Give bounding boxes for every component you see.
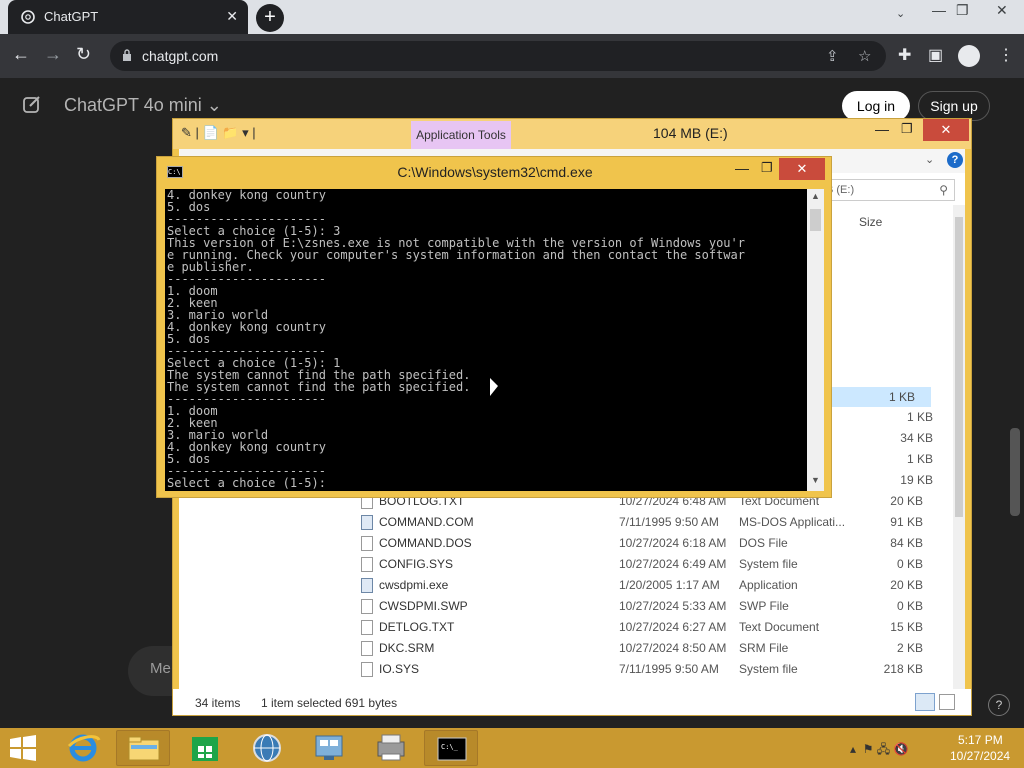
application-tools-tab[interactable]: Application Tools <box>411 121 511 149</box>
column-header-size[interactable]: Size <box>859 215 882 229</box>
tab-chatgpt[interactable]: ChatGPT ✕ <box>8 0 248 34</box>
scrollbar-thumb[interactable] <box>955 217 963 517</box>
table-row[interactable]: COMMAND.DOS 10/27/2024 6:18 AM DOS File 84 … <box>179 533 939 554</box>
tab-search-icon[interactable]: ⌄ <box>896 7 905 20</box>
profile-avatar-icon[interactable] <box>958 45 980 67</box>
chrome-menu-icon[interactable]: ⋮ <box>998 45 1014 65</box>
model-label: ChatGPT 4o mini <box>64 95 202 115</box>
application-icon <box>361 578 373 593</box>
status-item-count: 34 items <box>195 696 241 710</box>
openai-icon <box>21 10 35 24</box>
explorer-titlebar[interactable]: ✎ | 📄 📁 ▾ | Application Tools 104 MB (E:… <box>173 119 971 149</box>
start-windows-icon[interactable] <box>8 734 38 762</box>
signup-button[interactable]: Sign up <box>918 91 990 121</box>
help-icon[interactable]: ? <box>947 152 963 168</box>
chrome-toolbar: ← → ↻ chatgpt.com ⇪ ☆ ✚ ▣ ⋮ <box>0 34 1024 78</box>
application-icon <box>361 515 373 530</box>
command-prompt-icon[interactable]: C:\_ <box>424 730 478 766</box>
cmd-minimize-button[interactable]: — <box>735 160 749 176</box>
search-icon[interactable]: ⚲ <box>939 183 948 197</box>
explorer-minimize-button[interactable]: — <box>875 121 889 137</box>
new-tab-button[interactable]: + <box>256 4 284 32</box>
cmd-title: C:\Windows\system32\cmd.exe <box>397 164 593 180</box>
window-maximize-button[interactable]: ❐ <box>956 2 969 19</box>
printer-app-icon[interactable] <box>364 730 418 766</box>
file-explorer-icon[interactable] <box>116 730 170 766</box>
console-scrollbar[interactable]: ▲ ▼ <box>807 189 824 491</box>
explorer-status-bar: 34 items 1 item selected 691 bytes <box>173 689 971 715</box>
reload-icon[interactable]: ↻ <box>76 44 91 65</box>
file-list-scrollbar[interactable] <box>953 205 965 689</box>
cmd-window: C:\ C:\Windows\system32\cmd.exe — ❐ ✕ 4.… <box>156 156 832 498</box>
mouse-pointer-icon <box>490 378 498 396</box>
table-row[interactable]: IO.SYS 7/11/1995 9:50 AM System file 218 KB <box>179 659 939 680</box>
share-icon[interactable]: ⇪ <box>826 47 839 65</box>
console-output[interactable]: 4. donkey kong country 5. dos ----------… <box>165 189 807 491</box>
large-icons-view-icon[interactable] <box>939 694 955 710</box>
globe-app-icon[interactable] <box>240 730 294 766</box>
table-row[interactable]: DKC.SRM 10/27/2024 8:50 AM SRM File 2 KB <box>179 638 939 659</box>
explorer-caption: 104 MB (E:) <box>653 125 728 141</box>
network-app-icon[interactable] <box>302 730 356 766</box>
details-view-icon[interactable] <box>915 693 935 711</box>
url-text[interactable]: chatgpt.com <box>142 48 218 64</box>
store-icon[interactable] <box>178 730 232 766</box>
window-close-button[interactable]: ✕ <box>996 2 1008 19</box>
tab-close-icon[interactable]: ✕ <box>226 8 238 25</box>
file-icon <box>361 620 373 635</box>
table-row[interactable]: CWSDPMI.SWP 10/27/2024 5:33 AM SWP File 0 K… <box>179 596 939 617</box>
file-icon <box>361 557 373 572</box>
status-selection: 1 item selected 691 bytes <box>261 696 398 710</box>
table-row[interactable]: COMMAND.COM 7/11/1995 9:50 AM MS-DOS Appli… <box>179 512 939 533</box>
cmd-maximize-button[interactable]: ❐ <box>761 160 773 176</box>
file-icon <box>361 662 373 677</box>
quick-access-toolbar[interactable]: ✎ | 📄 📁 ▾ | <box>181 125 256 141</box>
search-input[interactable]: B (E:) ⚲ <box>819 179 955 201</box>
login-button[interactable]: Log in <box>842 91 910 121</box>
clock-date[interactable]: 10/27/2024 <box>950 749 1010 763</box>
model-selector[interactable]: ChatGPT 4o mini ⌄ <box>64 95 222 116</box>
taskbar: C:\_ ▴ ⚑ 🖧 🔇 5:17 PM 10/27/2024 <box>0 728 1024 768</box>
file-icon <box>361 599 373 614</box>
forward-arrow-icon[interactable]: → <box>44 44 62 65</box>
selected-row-size: 1 KB <box>888 390 915 404</box>
scroll-down-icon[interactable]: ▼ <box>811 475 820 485</box>
file-icon <box>361 536 373 551</box>
cmd-close-button[interactable]: ✕ <box>779 158 825 180</box>
explorer-maximize-button[interactable]: ❐ <box>901 121 913 137</box>
help-button[interactable]: ? <box>988 694 1010 716</box>
window-minimize-button[interactable]: — <box>932 2 946 18</box>
file-icon <box>361 641 373 656</box>
tab-title: ChatGPT <box>44 9 99 24</box>
table-row[interactable]: CONFIG.SYS 10/27/2024 6:49 AM System file 0… <box>179 554 939 575</box>
internet-explorer-icon[interactable] <box>56 730 110 766</box>
row-size: 19 KB <box>900 473 933 487</box>
back-arrow-icon[interactable]: ← <box>12 44 30 65</box>
extensions-icon[interactable]: ✚ <box>898 45 911 65</box>
row-size: 1 KB <box>906 410 933 424</box>
clock-time[interactable]: 5:17 PM <box>958 733 1003 747</box>
row-size: 34 KB <box>900 431 933 445</box>
chrome-tab-bar: ChatGPT ✕ + ⌄ — ❐ ✕ <box>0 0 1024 34</box>
side-panel-icon[interactable]: ▣ <box>928 45 943 65</box>
console-text: 4. donkey kong country 5. dos ----------… <box>167 189 745 490</box>
lock-icon <box>123 49 131 61</box>
scrollbar-thumb[interactable] <box>810 209 821 231</box>
explorer-close-button[interactable]: ✕ <box>923 119 969 141</box>
page-scrollbar[interactable] <box>1010 428 1020 516</box>
table-row[interactable]: DETLOG.TXT 10/27/2024 6:27 AM Text Documen… <box>179 617 939 638</box>
system-tray-icons[interactable]: ▴ ⚑ 🖧 🔇 <box>850 740 908 761</box>
svg-text:C:\_: C:\_ <box>441 743 459 751</box>
address-bar[interactable]: chatgpt.com ⇪ ☆ <box>110 41 886 71</box>
bookmark-star-icon[interactable]: ☆ <box>858 47 871 65</box>
selected-row[interactable]: le 1 KB <box>819 387 931 407</box>
scroll-up-icon[interactable]: ▲ <box>811 191 820 201</box>
table-row[interactable]: cwsdpmi.exe 1/20/2005 1:17 AM Application 2… <box>179 575 939 596</box>
row-size: 1 KB <box>906 452 933 466</box>
new-chat-edit-icon[interactable] <box>22 94 42 114</box>
ribbon-expand-icon[interactable]: ⌄ <box>925 153 934 166</box>
chevron-down-icon: ⌄ <box>206 95 222 115</box>
